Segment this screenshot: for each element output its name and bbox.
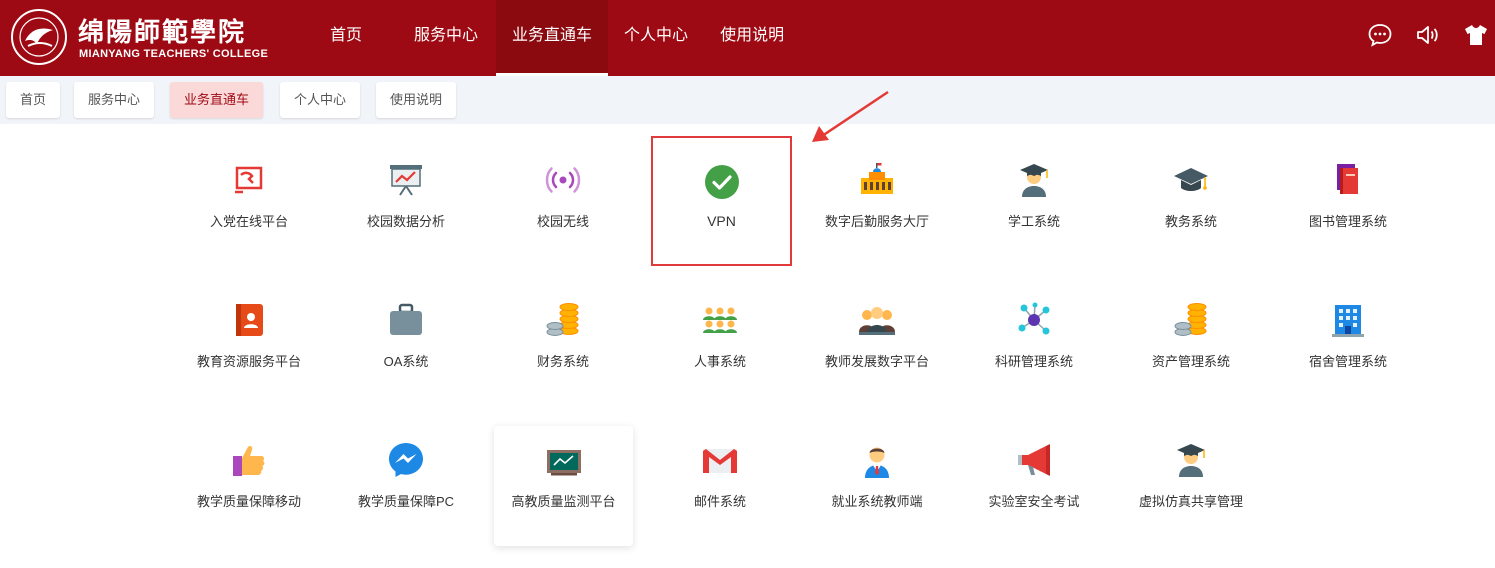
app-mail-system[interactable]: 邮件系统 — [651, 416, 789, 534]
mail-icon — [703, 449, 737, 473]
college-name-en: MIANYANG TEACHERS' COLLEGE — [79, 48, 269, 60]
app-library-management[interactable]: 图书管理系统 — [1279, 136, 1417, 254]
chat-icon[interactable] — [1367, 22, 1393, 48]
app-label: 实验室安全考试 — [988, 494, 1080, 509]
molecule-icon — [1018, 302, 1050, 335]
graduate-person-icon — [1177, 444, 1205, 477]
app-teacher-development[interactable]: 教师发展数字平台 — [808, 276, 946, 394]
app-employment-teacher[interactable]: 就业系统教师端 — [808, 416, 946, 534]
people-group-icon — [703, 307, 737, 333]
graduation-cap-icon — [1174, 168, 1208, 191]
check-circle-icon — [704, 165, 739, 199]
app-finance-system[interactable]: 财务系统 — [494, 276, 632, 394]
wireless-signal-icon — [545, 167, 581, 193]
app-teaching-quality-pc[interactable]: 教学质量保障PC — [337, 416, 475, 534]
speaker-icon[interactable] — [1415, 22, 1441, 48]
annotation-arrow — [812, 90, 889, 142]
app-label: 教务系统 — [1164, 214, 1217, 229]
college-seal-icon — [11, 9, 67, 65]
businessman-icon — [865, 447, 889, 478]
app-label: 财务系统 — [536, 354, 589, 369]
app-label: 教师发展数字平台 — [824, 354, 929, 369]
college-name-cn: 绵陽師範學院 — [78, 18, 247, 48]
quick-tab-bar: 首页 服务中心 业务直通车 个人中心 使用说明 — [0, 76, 1495, 124]
app-student-affairs[interactable]: 学工系统 — [965, 136, 1103, 254]
thumbs-up-icon — [233, 446, 265, 476]
tab-service-center[interactable]: 服务中心 — [74, 82, 155, 118]
graduate-person-icon — [1020, 164, 1048, 197]
tab-business-express[interactable]: 业务直通车 — [170, 82, 264, 118]
nav-business-express[interactable]: 业务直通车 — [496, 0, 609, 76]
app-research-management[interactable]: 科研管理系统 — [965, 276, 1103, 394]
blackboard-icon — [546, 450, 581, 476]
nav-home[interactable]: 首页 — [314, 0, 378, 76]
party-flag-icon — [235, 166, 263, 194]
tab-home[interactable]: 首页 — [6, 82, 61, 118]
app-campus-data-analysis[interactable]: 校园数据分析 — [337, 136, 475, 254]
header-icons — [1367, 22, 1489, 48]
megaphone-icon — [1018, 444, 1050, 476]
nav-instructions[interactable]: 使用说明 — [704, 0, 800, 76]
app-teaching-quality-mobile[interactable]: 教学质量保障移动 — [180, 416, 318, 534]
nav-personal-center[interactable]: 个人中心 — [608, 0, 704, 76]
app-higher-ed-quality-monitoring[interactable]: 高教质量监测平台 — [494, 426, 633, 546]
contact-book-icon — [236, 304, 263, 336]
app-label: 科研管理系统 — [994, 354, 1073, 369]
app-label: 数字后勤服务大厅 — [824, 214, 929, 229]
app-label: 资产管理系统 — [1151, 354, 1230, 369]
app-campus-wireless[interactable]: 校园无线 — [494, 136, 632, 254]
college-logo[interactable]: 绵陽師範學院 MIANYANG TEACHERS' COLLEGE — [10, 8, 270, 66]
app-oa-system[interactable]: OA系统 — [337, 276, 475, 394]
books-icon — [1337, 164, 1358, 194]
app-virtual-simulation[interactable]: 虚拟仿真共享管理 — [1122, 416, 1260, 534]
app-label: 就业系统教师端 — [831, 494, 923, 509]
app-academic-affairs[interactable]: 教务系统 — [1122, 136, 1260, 254]
app-education-resources[interactable]: 教育资源服务平台 — [180, 276, 318, 394]
messenger-icon — [389, 443, 423, 477]
app-party-online[interactable]: 入党在线平台 — [180, 136, 318, 254]
app-label: 学工系统 — [1007, 214, 1060, 229]
coins-icon — [546, 303, 579, 336]
briefcase-icon — [390, 303, 422, 335]
app-label: 邮件系统 — [693, 494, 746, 509]
app-label: OA系统 — [383, 354, 429, 369]
app-label: 虚拟仿真共享管理 — [1138, 494, 1243, 509]
tab-personal-center[interactable]: 个人中心 — [280, 82, 361, 118]
main-nav: 首页 服务中心 业务直通车 个人中心 使用说明 — [314, 0, 800, 76]
building-icon — [861, 163, 893, 194]
presentation-chart-icon — [390, 165, 422, 196]
app-label: 校园无线 — [536, 214, 589, 229]
app-label: 教学质量保障移动 — [196, 494, 301, 509]
app-label: 宿舍管理系统 — [1308, 354, 1387, 369]
dormitory-building-icon — [1332, 305, 1364, 337]
app-label: 教学质量保障PC — [357, 494, 455, 509]
teachers-icon — [859, 307, 895, 335]
top-header: 绵陽師範學院 MIANYANG TEACHERS' COLLEGE 首页 服务中… — [0, 0, 1495, 76]
app-asset-management[interactable]: 资产管理系统 — [1122, 276, 1260, 394]
app-label: 图书管理系统 — [1308, 214, 1387, 229]
nav-service-center[interactable]: 服务中心 — [398, 0, 494, 76]
app-label: 高教质量监测平台 — [511, 494, 616, 509]
tab-instructions[interactable]: 使用说明 — [376, 82, 457, 118]
app-digital-logistics[interactable]: 数字后勤服务大厅 — [808, 136, 946, 254]
tshirt-icon[interactable] — [1463, 22, 1489, 48]
app-label: 入党在线平台 — [209, 214, 288, 229]
app-hr-system[interactable]: 人事系统 — [651, 276, 789, 394]
app-label: 教育资源服务平台 — [196, 354, 301, 369]
app-dormitory-management[interactable]: 宿舍管理系统 — [1279, 276, 1417, 394]
app-vpn[interactable]: VPN — [651, 136, 792, 266]
app-label: VPN — [707, 213, 736, 229]
coins-stack-icon — [1174, 303, 1207, 336]
app-label: 校园数据分析 — [366, 214, 445, 229]
app-lab-safety-exam[interactable]: 实验室安全考试 — [965, 416, 1103, 534]
app-label: 人事系统 — [693, 354, 746, 369]
